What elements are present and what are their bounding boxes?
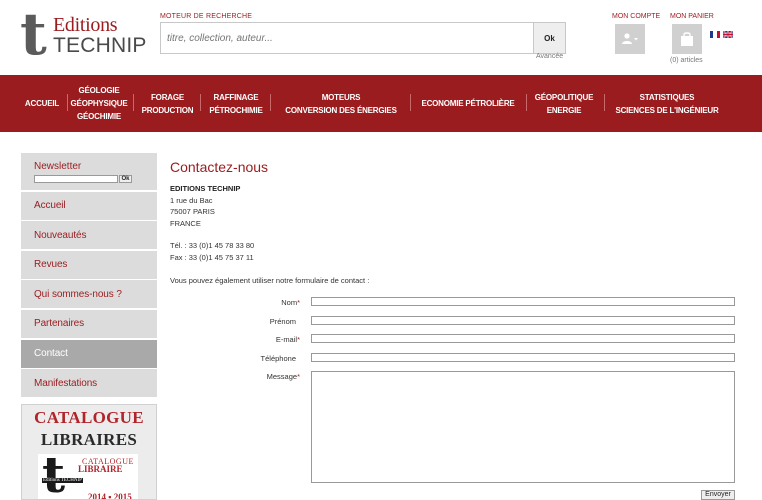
search-input[interactable] <box>161 23 535 53</box>
name-field[interactable] <box>311 297 735 306</box>
email-label-text: E-mail <box>275 335 298 344</box>
newsletter-box: Newsletter Ok <box>21 153 157 190</box>
site-header: t Editions TECHNIP MOTEUR DE RECHERCHE O… <box>0 0 762 75</box>
sidebar-item-qui-sommes-nous[interactable]: Qui sommes-nous ? <box>21 280 157 309</box>
nav-label: CONVERSION DES ÉNERGIES <box>285 105 397 115</box>
required-mark: * <box>297 372 300 381</box>
nav-label: FORAGE <box>150 92 185 102</box>
nav-label: ACCUEIL <box>24 99 60 108</box>
message-label: Message* <box>170 372 300 381</box>
submit-button[interactable]: Envoyer <box>701 490 735 500</box>
nav-label: MOTEURS <box>321 92 361 102</box>
cover-logo-mark: t <box>42 445 66 500</box>
cart-label[interactable]: MON PANIER <box>670 13 714 20</box>
nav-item-geologie[interactable]: GÉOLOGIE GÉOPHYSIQUE GÉOCHIMIE <box>70 75 128 132</box>
nav-label: SCIENCES DE L'INGÉNIEUR <box>615 105 719 115</box>
search-box: Ok <box>160 22 566 54</box>
page-title: Contactez-nous <box>170 159 269 175</box>
catalogue-banner[interactable]: CATALOGUE LIBRAIRES t CATALOGUE LIBRAIRE… <box>21 404 157 500</box>
company-name-text: EDITIONS TECHNIP <box>170 184 241 193</box>
nav-divider <box>133 94 134 111</box>
phone-label: Téléphone <box>170 354 300 363</box>
email-field[interactable] <box>311 334 735 343</box>
site-logo[interactable]: t Editions TECHNIP <box>20 5 148 63</box>
advanced-search-link[interactable]: Avancée <box>536 53 563 60</box>
bag-icon <box>681 32 693 46</box>
french-flag-icon[interactable] <box>710 31 720 38</box>
nav-label: GÉOCHIMIE <box>77 112 121 121</box>
phone-field[interactable] <box>311 353 735 362</box>
nav-item-raffinage[interactable]: RAFFINAGE PÉTROCHIMIE <box>207 75 265 132</box>
account-button[interactable] <box>615 24 645 54</box>
phone-label-text: Téléphone <box>260 354 296 363</box>
catalogue-cover-image: t CATALOGUE LIBRAIRE Editions TECHNIP 20… <box>38 450 138 500</box>
nav-label: ENERGIE <box>546 105 582 115</box>
nav-item-accueil[interactable]: ACCUEIL <box>20 75 64 132</box>
nav-divider <box>526 94 527 111</box>
newsletter-submit-button[interactable]: Ok <box>119 175 132 183</box>
english-flag-icon[interactable] <box>723 31 733 38</box>
nav-label: PÉTROCHIMIE <box>209 105 263 115</box>
main-navigation: ACCUEIL GÉOLOGIE GÉOPHYSIQUE GÉOCHIMIE F… <box>0 75 762 132</box>
nav-item-statistiques[interactable]: STATISTIQUES SCIENCES DE L'INGÉNIEUR <box>612 75 722 132</box>
firstname-field[interactable] <box>311 316 735 325</box>
newsletter-label: Newsletter <box>34 161 82 172</box>
nav-label: RAFFINAGE <box>213 92 259 102</box>
message-textarea[interactable] <box>311 371 735 483</box>
uk-flag-graphic <box>723 31 733 38</box>
message-label-text: Message <box>266 372 298 381</box>
search-button[interactable]: Ok <box>533 23 565 53</box>
nav-item-economie[interactable]: ECONOMIE PÉTROLIÈRE <box>416 75 520 132</box>
form-intro: Vous pouvez également utiliser notre for… <box>170 276 370 285</box>
cover-line2: LIBRAIRE <box>78 464 123 474</box>
sidebar-item-nouveautes[interactable]: Nouveautés <box>21 221 157 250</box>
search-label: MOTEUR DE RECHERCHE <box>160 13 253 20</box>
nav-divider <box>604 94 605 111</box>
sidebar-item-manifestations[interactable]: Manifestations <box>21 369 157 398</box>
cover-publisher: Editions TECHNIP <box>42 478 83 483</box>
sidebar: Newsletter Ok Accueil Nouveautés Revues … <box>21 153 157 399</box>
fax-number: Fax : 33 (0)1 45 75 37 11 <box>170 253 254 262</box>
sidebar-item-revues[interactable]: Revues <box>21 250 157 279</box>
nav-label: GÉOPHYSIQUE <box>70 99 128 108</box>
firstname-label-text: Prénom <box>269 317 296 326</box>
newsletter-email-input[interactable] <box>34 175 118 183</box>
address-line: 1 rue du Bac <box>170 195 213 205</box>
nav-divider <box>410 94 411 111</box>
required-mark: * <box>297 335 300 344</box>
nav-item-geopolitique[interactable]: GÉOPOLITIQUE ENERGIE <box>532 75 596 132</box>
required-mark: * <box>297 298 300 307</box>
phone-number: Tél. : 33 (0)1 45 78 33 80 <box>170 241 255 250</box>
logo-technip: TECHNIP <box>53 34 147 57</box>
email-label: E-mail* <box>170 335 300 344</box>
address-line: 75007 PARIS <box>170 207 215 216</box>
catalogue-title: CATALOGUE <box>34 408 144 427</box>
name-label: Nom* <box>170 298 300 307</box>
user-icon <box>622 33 638 44</box>
cart-button[interactable] <box>672 24 702 54</box>
name-label-text: Nom <box>281 298 298 307</box>
nav-label: GÉOPOLITIQUE <box>534 92 594 102</box>
firstname-label: Prénom <box>170 317 300 326</box>
cover-years: 2014 ▪ 2015 <box>88 492 132 500</box>
logo-mark: t <box>20 0 47 68</box>
sidebar-item-partenaires[interactable]: Partenaires <box>21 309 157 338</box>
address-line: FRANCE <box>170 218 201 228</box>
company-name: EDITIONS TECHNIP <box>170 183 240 195</box>
nav-item-forage[interactable]: FORAGE PRODUCTION <box>140 75 195 132</box>
nav-label: GÉOLOGIE <box>78 86 120 95</box>
sidebar-item-accueil[interactable]: Accueil <box>21 191 157 220</box>
nav-divider <box>200 94 201 111</box>
sidebar-item-contact[interactable]: Contact <box>21 339 157 368</box>
cart-count: (0) articles <box>670 57 703 64</box>
nav-label: STATISTIQUES <box>639 92 695 102</box>
nav-divider <box>270 94 271 111</box>
nav-label: PRODUCTION <box>141 105 194 115</box>
nav-item-moteurs[interactable]: MOTEURS CONVERSION DES ÉNERGIES <box>277 75 405 132</box>
nav-divider <box>67 94 68 111</box>
nav-label: ECONOMIE PÉTROLIÈRE <box>421 99 515 108</box>
account-label[interactable]: MON COMPTE <box>612 13 660 20</box>
